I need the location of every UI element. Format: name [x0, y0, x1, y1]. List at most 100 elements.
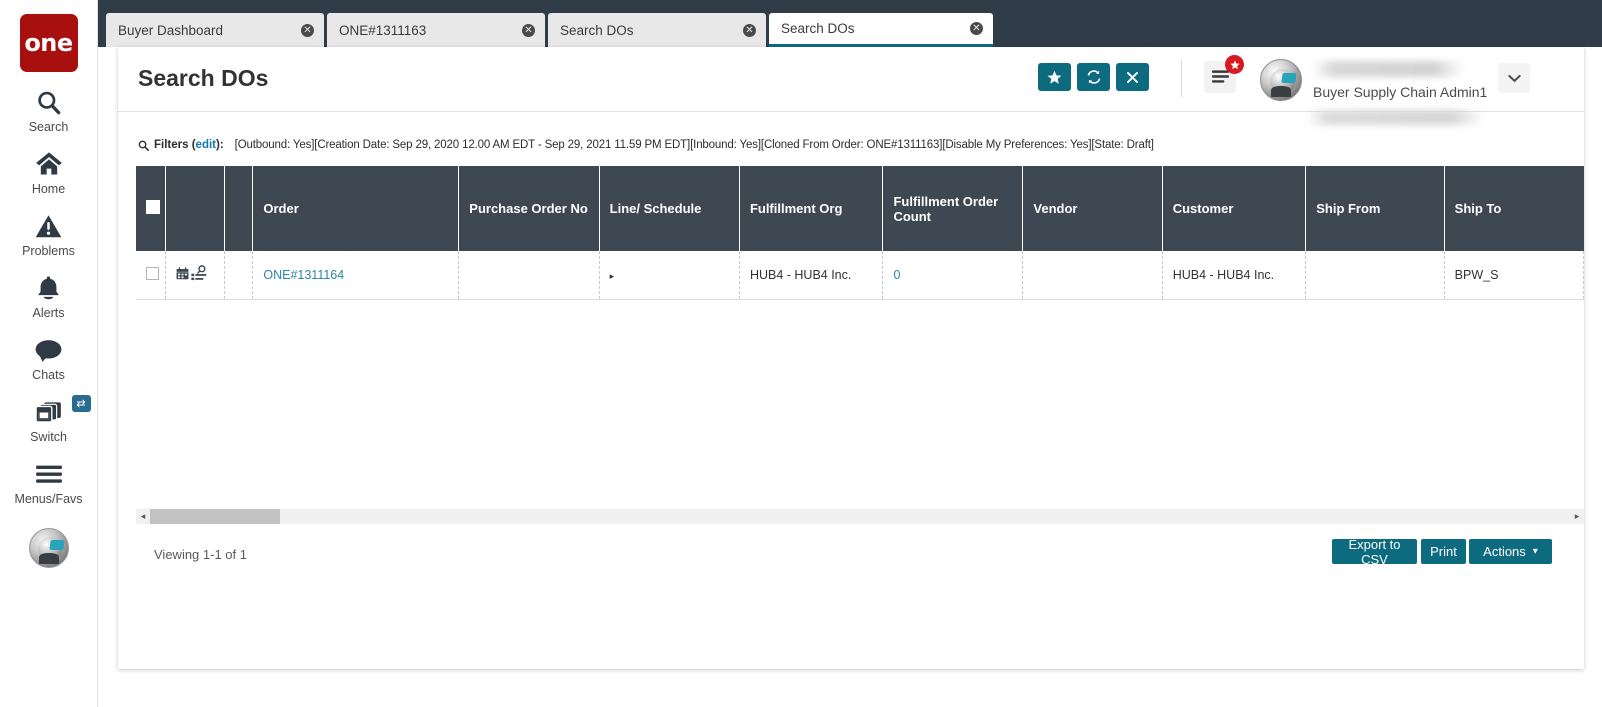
column-header-fulfillment-org[interactable]: Fulfillment Org — [739, 166, 884, 251]
sidebar-item-switch-label: Switch — [30, 430, 67, 444]
magnifier-icon — [138, 140, 149, 151]
scroll-left-arrow-icon[interactable]: ◂ — [136, 509, 150, 524]
column-header-icons — [165, 166, 225, 251]
sidebar-item-home[interactable]: Home — [0, 149, 98, 196]
page-header: Search DOs Buyer Supply Chain Admin1 — [118, 47, 1584, 125]
star-icon — [1229, 60, 1240, 69]
sidebar-user-avatar[interactable] — [28, 528, 69, 568]
column-header-ship-to[interactable]: Ship To — [1444, 166, 1584, 251]
column-header-select[interactable] — [136, 166, 167, 251]
column-header-vendor[interactable]: Vendor — [1022, 166, 1163, 251]
sidebar-item-problems-label: Problems — [22, 244, 75, 258]
filters-criteria-text: [Outbound: Yes][Creation Date: Sep 29, 2… — [234, 139, 1154, 151]
user-avatar[interactable] — [1260, 59, 1302, 101]
row-select-checkbox[interactable] — [146, 266, 159, 280]
cell-fulfillment-order-count[interactable]: 0 — [882, 251, 1024, 300]
application-root: one Search Home Problems Alerts Chats ⇄ … — [0, 0, 1602, 707]
sidebar-item-chats-label: Chats — [32, 368, 65, 382]
tab-label: Buyer Dashboard — [118, 22, 224, 38]
close-page-button[interactable] — [1116, 63, 1149, 91]
sidebar-item-home-label: Home — [31, 182, 66, 196]
cell-blank — [224, 251, 254, 300]
scroll-right-arrow-icon[interactable]: ▸ — [1570, 509, 1584, 524]
sidebar-item-search[interactable]: Search — [0, 87, 98, 134]
cell-purchase-order-no — [458, 251, 600, 300]
column-header-blank — [224, 166, 254, 251]
sidebar-item-menus-favs-label: Menus/Favs — [14, 492, 83, 506]
header-divider — [1181, 59, 1182, 97]
filters-edit-link[interactable]: edit — [196, 139, 216, 151]
cell-ship-from — [1305, 251, 1445, 300]
column-header-purchase-order-no[interactable]: Purchase Order No — [458, 166, 600, 251]
data-grid: Order Purchase Order No Line/ Schedule F… — [136, 166, 1584, 300]
user-name-label: Buyer Supply Chain Admin1 — [1313, 84, 1488, 100]
cell-order[interactable]: ONE#1311164 — [252, 251, 460, 300]
user-menu-dropdown-button[interactable] — [1498, 63, 1530, 93]
header-select-all-checkbox[interactable] — [146, 200, 160, 214]
cell-line-schedule[interactable]: ▸ — [599, 251, 740, 300]
cell-icons[interactable] — [165, 251, 225, 300]
tab-buyer-dashboard[interactable]: Buyer Dashboard ✕ — [106, 13, 324, 47]
tab-label: Search DOs — [781, 21, 855, 36]
export-to-csv-button[interactable]: Export to CSV — [1332, 537, 1417, 567]
grid-header: Order Purchase Order No Line/ Schedule F… — [136, 166, 1584, 251]
data-grid-viewport[interactable]: Order Purchase Order No Line/ Schedule F… — [136, 166, 1584, 315]
grid-footer: Viewing 1-1 of 1 Export to CSV Print Act… — [118, 534, 1584, 584]
grid-horizontal-scrollbar[interactable]: ◂ ▸ — [136, 509, 1584, 524]
calendar-icon[interactable] — [176, 267, 189, 283]
browser-tab-bar: Buyer Dashboard ✕ ONE#1311163 ✕ Search D… — [98, 0, 1602, 47]
grid-body: ONE#1311164 ▸ HUB4 - HUB4 Inc. 0 HUB4 - … — [136, 251, 1584, 300]
avatar-teal-accent — [48, 540, 65, 550]
list-search-icon[interactable] — [191, 264, 207, 285]
home-icon — [35, 149, 63, 179]
warning-triangle-icon — [35, 211, 62, 241]
tab-close-icon[interactable]: ✕ — [743, 23, 756, 37]
favorite-button[interactable] — [1038, 63, 1071, 91]
column-header-fulfillment-order-count[interactable]: Fulfillment Order Count — [882, 166, 1024, 251]
tab-search-dos[interactable]: Search DOs ✕ — [548, 13, 766, 47]
swap-arrows-icon[interactable]: ⇄ — [71, 395, 91, 412]
tab-close-icon[interactable]: ✕ — [970, 22, 983, 35]
sidebar-item-switch[interactable]: ⇄ Switch — [0, 395, 98, 444]
chevron-down-icon: ▾ — [1532, 546, 1538, 557]
sidebar-item-problems[interactable]: Problems — [0, 211, 98, 258]
hamburger-icon — [35, 459, 63, 489]
star-icon — [1047, 70, 1062, 84]
grid-header-row: Order Purchase Order No Line/ Schedule F… — [136, 166, 1584, 251]
column-header-line-schedule[interactable]: Line/ Schedule — [599, 166, 740, 251]
search-icon — [35, 87, 62, 117]
bell-icon — [36, 273, 61, 303]
order-link[interactable]: ONE#1311164 — [263, 268, 344, 282]
column-header-customer[interactable]: Customer — [1162, 166, 1307, 251]
expand-caret-icon[interactable]: ▸ — [610, 271, 615, 281]
avatar-teal-accent — [1281, 73, 1297, 83]
sidebar-item-menus-favs[interactable]: Menus/Favs — [0, 459, 98, 506]
column-header-ship-from[interactable]: Ship From — [1305, 166, 1445, 251]
redacted-region-top — [1312, 61, 1464, 77]
cell-select[interactable] — [136, 251, 167, 300]
tab-search-dos-active[interactable]: Search DOs ✕ — [769, 13, 993, 47]
tab-close-icon[interactable]: ✕ — [301, 23, 314, 37]
scrollbar-track[interactable] — [150, 509, 1570, 524]
actions-label: Actions — [1483, 544, 1526, 559]
scrollbar-thumb[interactable] — [150, 509, 280, 524]
refresh-icon — [1087, 70, 1100, 84]
refresh-button[interactable] — [1077, 63, 1110, 91]
sidebar-item-chats[interactable]: Chats — [0, 335, 98, 382]
tab-one-1311163[interactable]: ONE#1311163 ✕ — [327, 13, 545, 47]
tab-label: Search DOs — [560, 22, 634, 38]
actions-button[interactable]: Actions ▾ — [1469, 539, 1552, 564]
tab-close-icon[interactable]: ✕ — [522, 23, 535, 37]
chevron-down-icon — [1507, 74, 1521, 82]
cell-customer: HUB4 - HUB4 Inc. — [1162, 251, 1307, 300]
table-row[interactable]: ONE#1311164 ▸ HUB4 - HUB4 Inc. 0 HUB4 - … — [136, 251, 1584, 300]
one-network-logo[interactable]: one — [19, 14, 78, 72]
fulfillment-order-count-link[interactable]: 0 — [893, 268, 900, 282]
print-button[interactable]: Print — [1421, 539, 1466, 564]
favorites-badge[interactable] — [1225, 55, 1244, 74]
column-header-order[interactable]: Order — [252, 166, 460, 251]
cell-vendor — [1022, 251, 1163, 300]
logo-text: one — [24, 29, 73, 57]
viewing-count-label: Viewing 1-1 of 1 — [154, 547, 247, 562]
sidebar-item-alerts[interactable]: Alerts — [0, 273, 98, 320]
